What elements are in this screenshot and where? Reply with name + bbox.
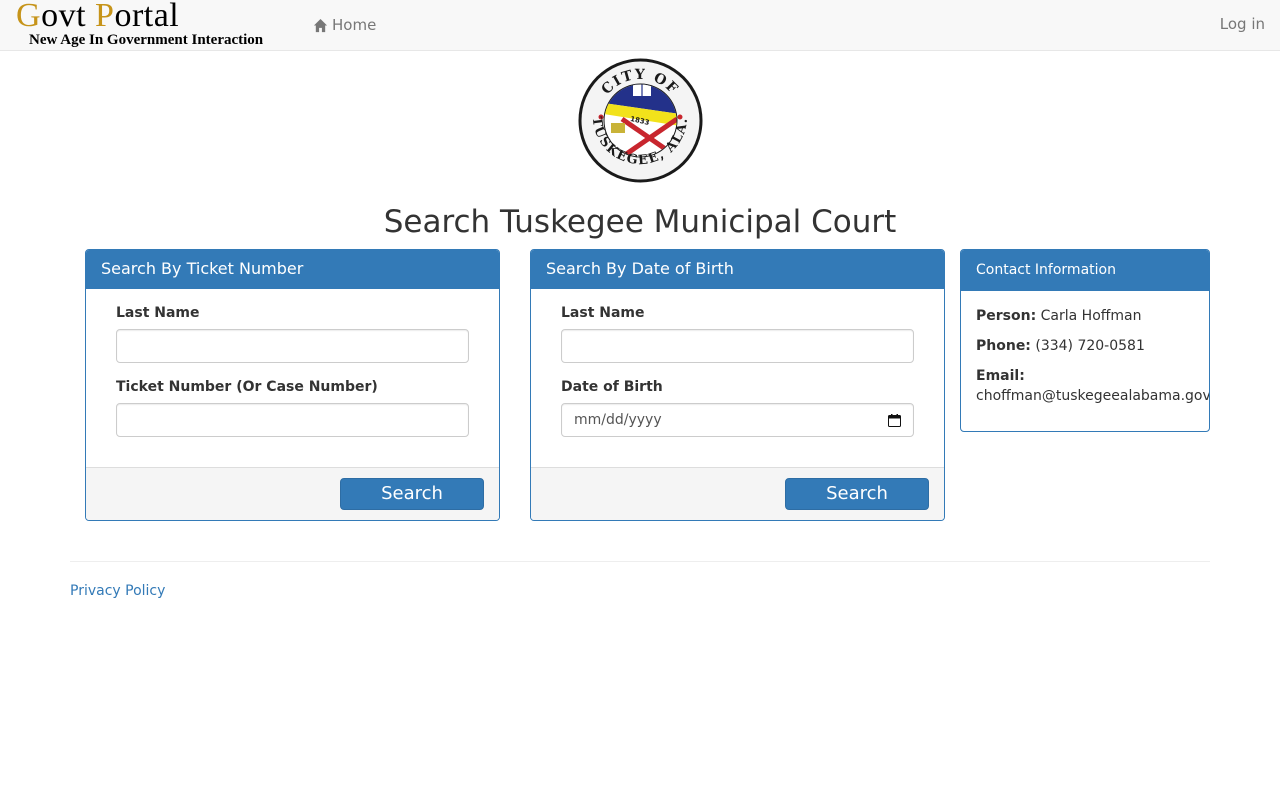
ticket-panel-footer: Search xyxy=(86,467,499,520)
dob-search-button[interactable]: Search xyxy=(785,478,929,510)
brand-title-cap-p: P xyxy=(95,0,115,34)
ticket-last-name-input[interactable] xyxy=(116,329,469,363)
contact-person: Person: Carla Hoffman xyxy=(976,308,1142,324)
contact-email-label-line: Email: xyxy=(976,368,1025,384)
contact-person-label: Person: xyxy=(976,308,1037,324)
contact-email-value: choffman@tuskegeealabama.gov xyxy=(976,388,1210,404)
brand-title-cap-g: G xyxy=(16,0,42,34)
page-title: Search Tuskegee Municipal Court xyxy=(383,204,897,240)
ticket-number-label: Ticket Number (Or Case Number) xyxy=(116,379,378,395)
calendar-icon[interactable] xyxy=(888,413,901,427)
contact-person-value: Carla Hoffman xyxy=(1040,308,1142,324)
brand-title-part2: ortal xyxy=(114,0,180,34)
ticket-last-name-label: Last Name xyxy=(116,305,200,321)
ticket-panel-heading: Search By Ticket Number xyxy=(86,250,499,289)
contact-email-label: Email: xyxy=(976,368,1025,384)
nav-home-label: Home xyxy=(332,16,377,34)
dob-search-panel: Search By Date of Birth Last Name Date o… xyxy=(530,249,945,521)
privacy-policy-link[interactable]: Privacy Policy xyxy=(70,583,165,599)
brand-title: Govt Portal xyxy=(16,0,179,36)
dob-input[interactable]: mm/dd/yyyy xyxy=(561,403,914,437)
ticket-search-button[interactable]: Search xyxy=(340,478,484,510)
dob-last-name-input[interactable] xyxy=(561,329,914,363)
home-icon xyxy=(313,18,328,32)
navbar: Govt Portal New Age In Government Intera… xyxy=(0,0,1280,51)
contact-panel: Contact Information Person: Carla Hoffma… xyxy=(960,249,1210,432)
dob-last-name-label: Last Name xyxy=(561,305,645,321)
brand-subtitle: New Age In Government Interaction xyxy=(29,32,264,48)
contact-panel-heading: Contact Information xyxy=(961,250,1209,291)
brand-logo-link[interactable]: Govt Portal New Age In Government Intera… xyxy=(16,0,286,50)
ticket-number-input[interactable] xyxy=(116,403,469,437)
contact-phone: Phone: (334) 720-0581 xyxy=(976,338,1145,354)
nav-home-link[interactable]: Home xyxy=(313,15,376,35)
brand-title-part1: ovt xyxy=(41,0,96,34)
ticket-search-panel: Search By Ticket Number Last Name Ticket… xyxy=(85,249,500,521)
footer-divider xyxy=(70,561,1210,562)
contact-phone-label: Phone: xyxy=(976,338,1031,354)
dob-label: Date of Birth xyxy=(561,379,663,395)
dob-panel-footer: Search xyxy=(531,467,944,520)
city-seal-icon: CITY OF TUSKEGEE, ALA. 1833 xyxy=(578,58,703,183)
contact-phone-value: (334) 720-0581 xyxy=(1035,338,1145,354)
dob-panel-heading: Search By Date of Birth xyxy=(531,250,944,289)
login-link[interactable]: Log in xyxy=(1220,15,1265,33)
dob-placeholder: mm/dd/yyyy xyxy=(574,412,662,428)
